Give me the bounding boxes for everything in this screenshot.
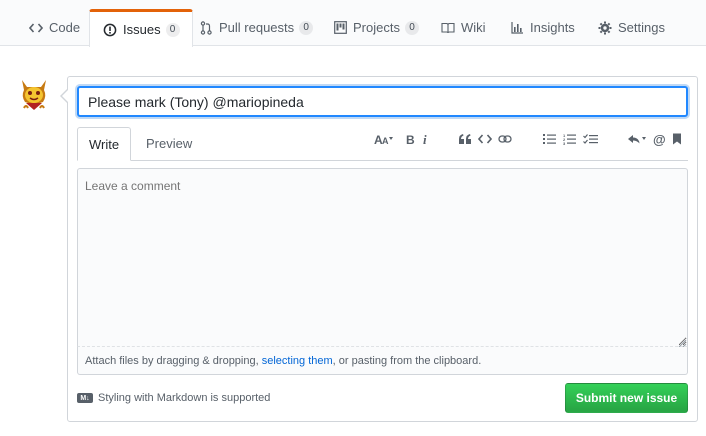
- resize-handle[interactable]: [678, 337, 687, 348]
- tab-pull-requests[interactable]: Pull requests 0: [186, 9, 325, 46]
- tab-settings[interactable]: Settings: [585, 9, 677, 46]
- markdown-note[interactable]: M↓ Styling with Markdown is supported: [77, 392, 270, 404]
- link-icon[interactable]: [498, 130, 512, 148]
- markdown-note-text: Styling with Markdown is supported: [98, 392, 271, 404]
- tab-write[interactable]: Write: [77, 127, 131, 161]
- svg-text:@: @: [653, 133, 666, 146]
- tab-code[interactable]: Code: [16, 9, 92, 46]
- unordered-list-icon[interactable]: [543, 130, 557, 148]
- submit-issue-button[interactable]: Submit new issue: [565, 383, 688, 413]
- markdown-toolbar-extras: @: [627, 130, 688, 148]
- text-size-icon[interactable]: AA: [374, 130, 394, 148]
- svg-text:B: B: [406, 133, 415, 145]
- tab-label: Code: [49, 20, 81, 35]
- task-list-icon[interactable]: [583, 130, 598, 148]
- bold-icon[interactable]: B: [406, 130, 416, 148]
- markdown-toolbar-format: AA B i: [374, 130, 436, 148]
- bookmark-icon[interactable]: [672, 130, 682, 148]
- book-icon: [440, 20, 456, 36]
- comment-textarea[interactable]: [77, 168, 688, 347]
- code-icon[interactable]: [478, 130, 492, 148]
- issue-opened-icon: [102, 22, 118, 38]
- quote-icon[interactable]: [458, 130, 472, 148]
- tab-divider: [77, 160, 688, 161]
- svg-text:A: A: [382, 136, 389, 145]
- git-pull-request-icon: [198, 20, 214, 36]
- tab-projects[interactable]: Projects 0: [320, 9, 431, 46]
- issue-title-input[interactable]: [77, 86, 688, 117]
- svg-text:i: i: [423, 133, 427, 145]
- tab-label: Projects: [353, 20, 400, 35]
- markdown-icon: M↓: [77, 393, 93, 403]
- ordered-list-icon[interactable]: 123: [563, 130, 577, 148]
- issues-counter: 0: [165, 22, 180, 37]
- attach-text-before: Attach files by dragging & dropping,: [85, 354, 259, 367]
- tab-label: Settings: [618, 20, 665, 35]
- italic-icon[interactable]: i: [422, 130, 430, 148]
- tab-preview[interactable]: Preview: [134, 127, 204, 160]
- markdown-toolbar-insert: [458, 130, 518, 148]
- markdown-toolbar-lists: 123: [543, 130, 604, 148]
- graph-icon: [509, 20, 525, 36]
- avatar[interactable]: [14, 74, 54, 114]
- card-pointer-inner: [62, 89, 69, 103]
- mention-icon[interactable]: @: [653, 130, 666, 148]
- svg-text:3: 3: [563, 141, 566, 145]
- tab-label: Insights: [530, 20, 575, 35]
- file-drop-zone[interactable]: Attach files by dragging & dropping, sel…: [77, 347, 688, 375]
- gear-icon: [597, 20, 613, 36]
- project-icon: [332, 20, 348, 36]
- tab-label: Pull requests: [219, 20, 295, 35]
- attach-text-after: , or pasting from the clipboard.: [332, 354, 482, 367]
- reply-icon[interactable]: [627, 130, 647, 148]
- select-files-link[interactable]: selecting them: [262, 355, 333, 367]
- tab-insights[interactable]: Insights: [497, 9, 587, 46]
- repo-nav: Code Issues 0 Pull requests 0 Projects 0…: [0, 0, 706, 47]
- pull-requests-counter: 0: [299, 20, 314, 35]
- tab-wiki[interactable]: Wiki: [428, 9, 498, 46]
- tab-label: Issues: [123, 22, 161, 37]
- tab-issues[interactable]: Issues 0: [89, 9, 193, 47]
- code-icon: [28, 20, 44, 36]
- projects-counter: 0: [404, 20, 419, 35]
- tab-label: Wiki: [461, 20, 486, 35]
